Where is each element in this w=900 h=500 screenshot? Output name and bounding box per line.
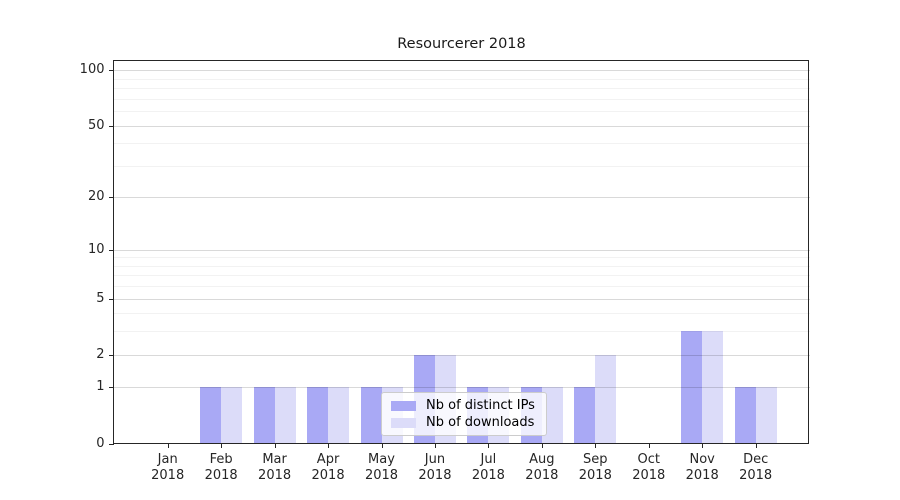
legend-label-downloads: Nb of downloads [426,415,534,431]
x-tick-year: 2018 [724,468,788,484]
legend-entry-distinct-ips: Nb of distinct IPs [391,398,539,414]
chart-figure: Resourcerer 2018 0125102050100Jan2018Feb… [0,0,900,500]
x-tick-mark-oct [649,444,650,448]
y-tick-mark-10 [109,250,114,251]
x-tick-mark-mar [275,444,276,448]
y-tick-mark-5 [109,299,114,300]
x-tick-mark-jan [168,444,169,448]
y-tick-label-2: 2 [59,347,105,363]
legend-entry-downloads: Nb of downloads [391,415,539,431]
x-tick-mark-sep [595,444,596,448]
x-tick-mark-jul [488,444,489,448]
x-tick-mark-dec [756,444,757,448]
y-tick-label-0: 0 [59,436,105,452]
x-tick-label-dec: Dec2018 [724,452,788,484]
y-tick-mark-2 [109,355,114,356]
legend-swatch-downloads [391,418,416,428]
y-tick-mark-50 [109,126,114,127]
y-tick-label-1: 1 [59,379,105,395]
legend-label-distinct-ips: Nb of distinct IPs [426,398,535,414]
y-tick-mark-1 [109,387,114,388]
x-tick-mark-apr [328,444,329,448]
y-tick-label-50: 50 [59,118,105,134]
y-tick-mark-20 [109,197,114,198]
x-tick-mark-jun [435,444,436,448]
legend-swatch-distinct-ips [391,401,416,411]
x-tick-mark-may [382,444,383,448]
y-tick-mark-100 [109,70,114,71]
y-tick-mark-0 [109,444,114,445]
y-tick-label-5: 5 [59,291,105,307]
x-tick-mark-aug [542,444,543,448]
x-tick-month: Dec [724,452,788,468]
legend: Nb of distinct IPs Nb of downloads [381,392,547,436]
y-tick-label-20: 20 [59,189,105,205]
x-tick-mark-feb [221,444,222,448]
y-tick-label-100: 100 [59,62,105,78]
x-tick-mark-nov [702,444,703,448]
y-tick-label-10: 10 [59,242,105,258]
